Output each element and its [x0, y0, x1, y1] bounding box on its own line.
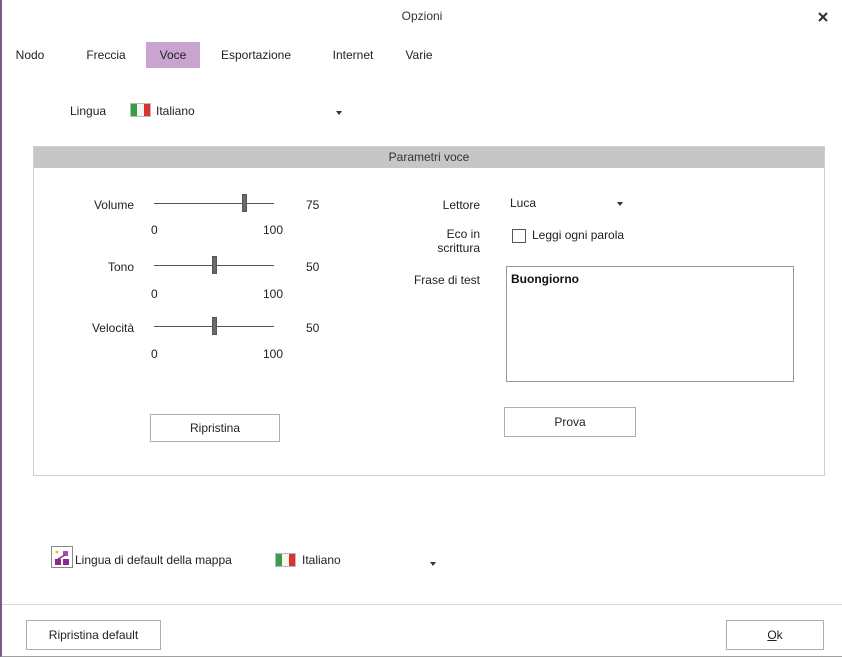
tab-esportazione[interactable]: Esportazione [208, 42, 304, 68]
map-language-select[interactable]: Italiano [275, 549, 441, 571]
speed-value: 50 [306, 321, 320, 335]
read-every-word-label[interactable]: Leggi ogni parola [532, 228, 624, 242]
options-dialog: Opzioni Nodo Freccia Voce Esportazione I… [0, 0, 842, 657]
title-bar: Opzioni [2, 0, 842, 36]
speed-slider[interactable] [154, 317, 274, 337]
language-value: Italiano [156, 104, 195, 118]
ok-label-rest: k [776, 628, 783, 642]
chevron-down-icon [430, 562, 436, 566]
volume-min: 0 [151, 223, 158, 237]
echo-label: Eco in scrittura [437, 227, 480, 255]
reader-label: Lettore [442, 198, 480, 212]
volume-max: 100 [263, 223, 284, 237]
reader-select[interactable]: Luca [508, 193, 628, 215]
echo-label-line1: Eco in [446, 227, 480, 241]
tab-bar: Nodo Freccia Voce Esportazione Internet … [2, 42, 842, 68]
reset-button[interactable]: Ripristina [150, 414, 280, 442]
chevron-down-icon [617, 202, 623, 206]
map-language-label: Lingua di default della mappa [75, 553, 232, 567]
tone-value: 50 [306, 260, 320, 274]
tab-internet[interactable]: Internet [320, 42, 386, 68]
tab-freccia[interactable]: Freccia [74, 42, 138, 68]
close-button[interactable] [810, 4, 836, 30]
reset-default-button[interactable]: Ripristina default [26, 620, 161, 650]
language-select[interactable]: Italiano [130, 100, 350, 122]
speed-min: 0 [151, 347, 158, 361]
ok-button[interactable]: Ok [726, 620, 824, 650]
tone-min: 0 [151, 287, 158, 301]
language-label: Lingua [70, 104, 107, 118]
language-row: Lingua Italiano [2, 96, 842, 126]
speed-max: 100 [263, 347, 284, 361]
read-every-word-checkbox[interactable] [512, 229, 526, 243]
tone-label: Tono [107, 260, 134, 274]
tab-voce[interactable]: Voce [146, 42, 200, 68]
tab-varie[interactable]: Varie [398, 42, 440, 68]
italy-flag-icon [275, 553, 296, 567]
volume-value: 75 [306, 198, 320, 212]
test-phrase-input[interactable]: Buongiorno [506, 266, 794, 382]
volume-slider[interactable] [154, 194, 274, 214]
ok-accelerator: O [767, 628, 777, 642]
voice-params-group: Parametri voce Volume 75 0 100 Tono 50 0… [33, 146, 825, 476]
window-title: Opzioni [401, 9, 443, 23]
map-language-icon [51, 546, 73, 568]
tab-nodo[interactable]: Nodo [6, 42, 54, 68]
volume-label: Volume [93, 198, 134, 212]
reader-value: Luca [510, 196, 537, 210]
test-button[interactable]: Prova [504, 407, 636, 437]
echo-label-line2: scrittura [437, 241, 480, 255]
tone-max: 100 [263, 287, 284, 301]
test-phrase-label: Frase di test [413, 273, 480, 287]
italy-flag-icon [130, 103, 151, 117]
footer-separator [2, 604, 842, 605]
speed-label: Velocità [91, 321, 134, 335]
chevron-down-icon [336, 111, 342, 115]
group-title: Parametri voce [34, 147, 824, 168]
map-language-value: Italiano [302, 553, 341, 567]
tone-slider[interactable] [154, 256, 274, 276]
close-icon [818, 12, 828, 22]
